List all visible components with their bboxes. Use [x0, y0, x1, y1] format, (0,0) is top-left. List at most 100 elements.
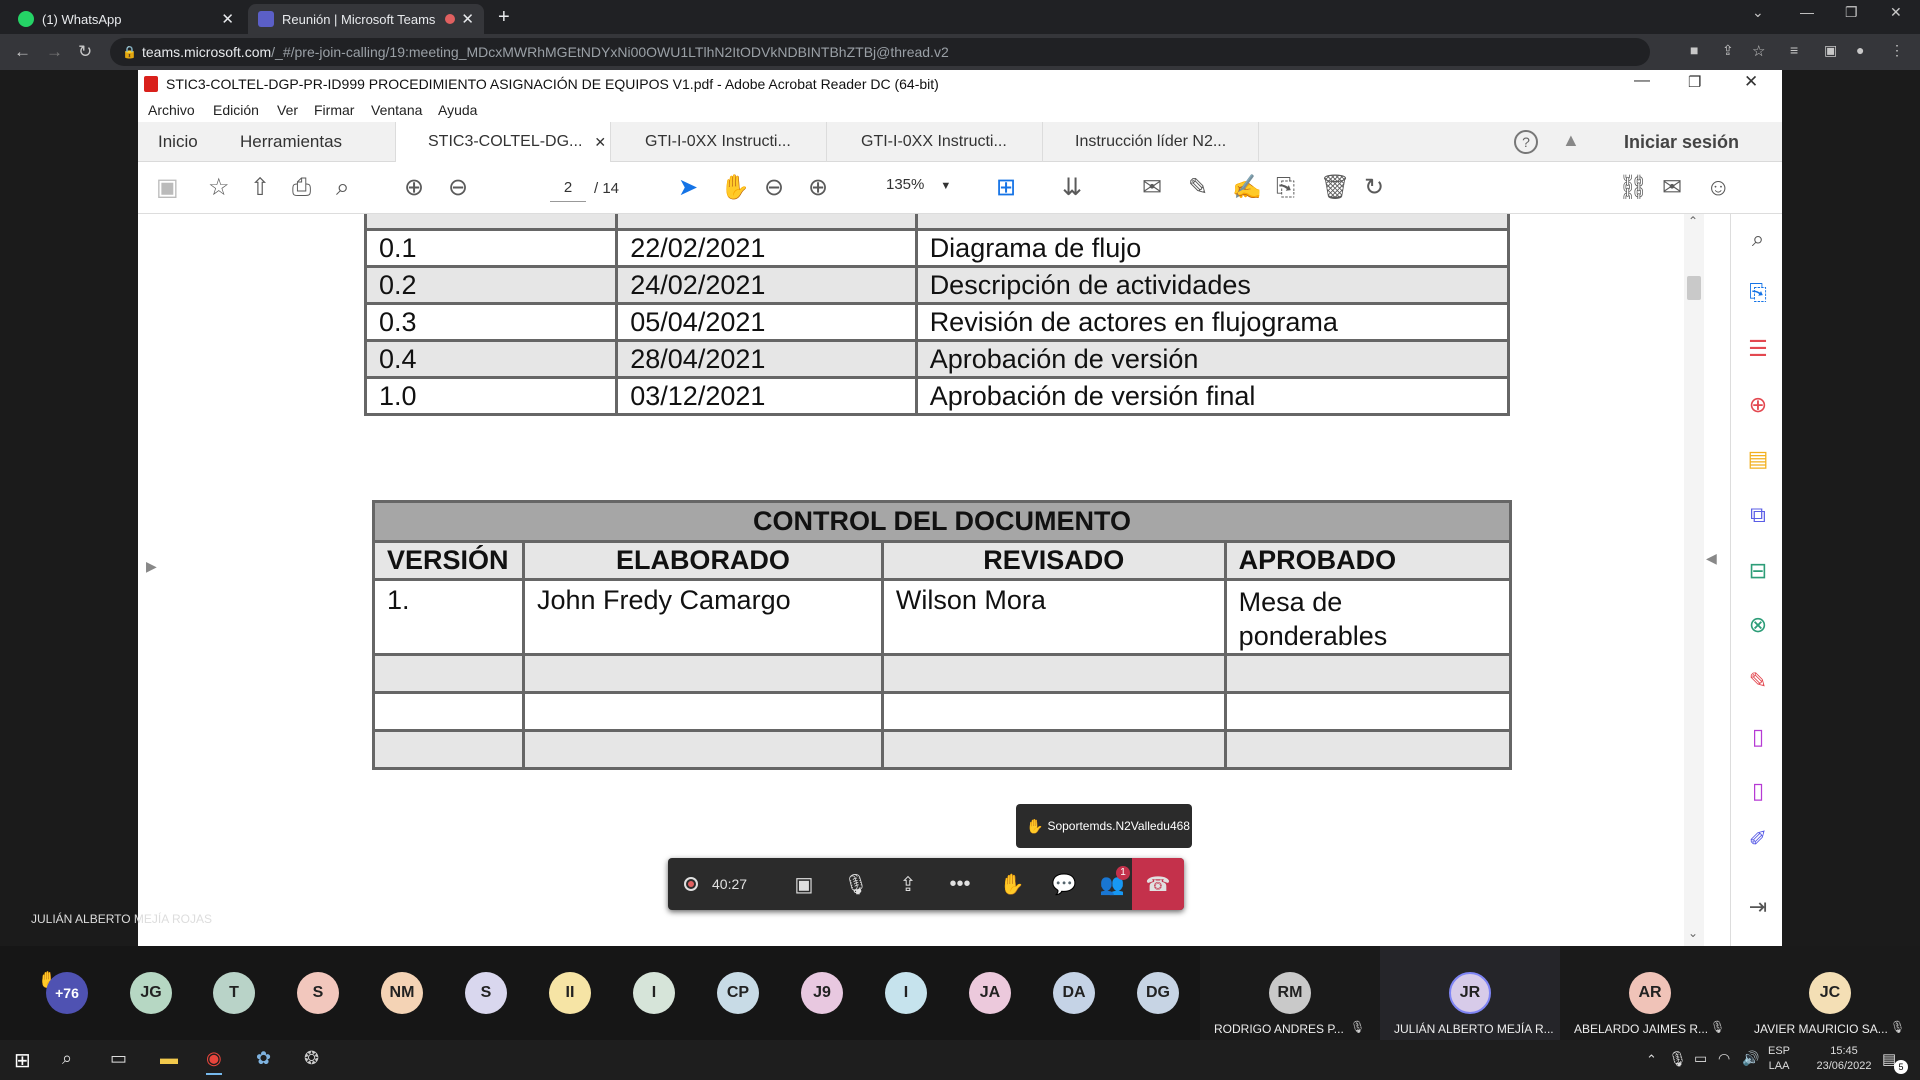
avatar[interactable]: JA [969, 972, 1011, 1014]
menu-ver[interactable]: Ver [277, 102, 298, 118]
app-icon[interactable]: ✿ [256, 1048, 271, 1069]
profile-icon[interactable]: ● [1856, 42, 1864, 58]
side-panel-icon[interactable]: ▣ [1824, 42, 1837, 59]
chat-button[interactable]: 💬 [1038, 858, 1090, 910]
page-down-icon[interactable]: ⊖ [448, 176, 468, 200]
doc-tab[interactable]: GTI-I-0XX Instructi... [827, 122, 1043, 162]
clock[interactable]: 15:45 23/06/2022 [1806, 1044, 1882, 1074]
right-panel-toggle-icon[interactable]: ◀ [1706, 550, 1717, 567]
draw-icon[interactable]: ✍ [1232, 176, 1262, 200]
avatar[interactable]: T [213, 972, 255, 1014]
scrollbar-thumb[interactable] [1687, 276, 1701, 300]
stamp-icon[interactable]: ⎘ [1276, 176, 1295, 200]
avatar[interactable]: II [549, 972, 591, 1014]
app-icon[interactable]: ❂ [304, 1048, 319, 1069]
menu-firmar[interactable]: Firmar [314, 102, 354, 118]
comment-icon[interactable]: ▤ [1745, 446, 1771, 472]
back-icon[interactable]: ← [14, 42, 31, 62]
tab-whatsapp[interactable]: (1) WhatsApp ✕ [8, 4, 244, 34]
avatar[interactable]: J9 [801, 972, 843, 1014]
scroll-down-icon[interactable]: ⌄ [1688, 926, 1698, 940]
doc-tab[interactable]: Instrucción líder N2... [1043, 122, 1259, 162]
zoom-search-icon[interactable]: ⌕ [1745, 226, 1771, 252]
raise-hand-button[interactable]: ✋ [986, 858, 1038, 910]
avatar[interactable]: DG [1137, 972, 1179, 1014]
help-icon[interactable]: ? [1514, 130, 1538, 154]
close-window-button[interactable]: ✕ [1890, 4, 1902, 21]
left-panel-toggle-icon[interactable]: ▶ [146, 558, 157, 575]
fit-page-icon[interactable]: ⊞ [996, 176, 1016, 200]
reload-icon[interactable]: ↻ [78, 42, 92, 62]
zoom-select[interactable]: 135% ▼ [886, 176, 966, 202]
volume-icon[interactable]: 🔊 [1742, 1050, 1759, 1067]
scroll-up-icon[interactable]: ⌃ [1688, 214, 1698, 228]
scroll-mode-icon[interactable]: ⇊ [1062, 176, 1082, 200]
zoom-out-icon[interactable]: ⊖ [764, 176, 784, 200]
participant-tile[interactable]: RM RODRIGO ANDRES P... 🎙 [1200, 946, 1380, 1040]
participant-tile[interactable]: JC JAVIER MAURICIO SA... 🎙 [1740, 946, 1920, 1040]
participants-button[interactable]: 👥 1 [1086, 858, 1138, 910]
close-tab-icon[interactable]: ✕ [221, 10, 234, 28]
link-icon[interactable]: ⛓ [1618, 176, 1648, 200]
tray-chevron-icon[interactable]: ⌃ [1646, 1052, 1657, 1068]
doc-tab-active[interactable]: STIC3-COLTEL-DG... ✕ [396, 122, 611, 162]
combine-files-icon[interactable]: ⧉ [1745, 502, 1771, 528]
search-icon[interactable]: ⌕ [62, 1048, 72, 1069]
restore-button[interactable]: ❐ [1688, 73, 1701, 91]
avatar[interactable]: S [297, 972, 339, 1014]
restore-button[interactable]: ❐ [1845, 4, 1858, 21]
mic-off-button[interactable]: 🎙 [830, 858, 882, 910]
wifi-icon[interactable]: ◠ [1718, 1050, 1730, 1067]
tab-teams[interactable]: Reunión | Microsoft Teams ✕ [248, 4, 484, 34]
document-view[interactable]: ▶ 0.1 22/02/2021 Diagrama de flujo 0.2 24/0… [138, 214, 1728, 946]
share-icon[interactable]: ⇪ [1722, 42, 1734, 59]
close-tab-icon[interactable]: ✕ [461, 10, 474, 28]
delete-icon[interactable]: 🗑 [1320, 176, 1350, 200]
compress-icon[interactable]: ⊟ [1745, 558, 1771, 584]
windows-start-icon[interactable]: ⊞ [14, 1048, 31, 1073]
upload-icon[interactable]: ⇧ [250, 176, 270, 200]
collapse-pane-icon[interactable]: ⇥ [1745, 894, 1771, 920]
tab-inicio[interactable]: Inicio [138, 122, 220, 162]
avatar[interactable]: I [885, 972, 927, 1014]
more-actions-button[interactable]: ••• [934, 858, 986, 910]
battery-icon[interactable]: ▭ [1694, 1050, 1707, 1067]
menu-ayuda[interactable]: Ayuda [438, 102, 477, 118]
create-pdf-icon[interactable]: ⊕ [1745, 392, 1771, 418]
close-button[interactable]: ✕ [1744, 72, 1758, 92]
menu-icon[interactable]: ⋮ [1890, 42, 1904, 59]
hand-tool-icon[interactable]: ✋ [720, 176, 750, 200]
vertical-scrollbar[interactable]: ⌃ ⌄ [1684, 214, 1704, 946]
doc-tab[interactable]: GTI-I-0XX Instructi... [611, 122, 827, 162]
print-icon[interactable]: ⎙ [292, 176, 311, 200]
export-pdf-icon[interactable]: ⎘ [1745, 280, 1771, 306]
organize-pages-icon[interactable]: ☰ [1745, 336, 1771, 362]
menu-edicion[interactable]: Edición [213, 102, 259, 118]
rotate-icon[interactable]: ↻ [1364, 176, 1384, 200]
page-up-icon[interactable]: ⊕ [404, 176, 424, 200]
url-field[interactable]: 🔒 teams.microsoft.com/_#/pre-join-callin… [110, 38, 1650, 66]
select-cursor-icon[interactable]: ➤ [678, 176, 698, 200]
page-number-input[interactable]: 2 [550, 174, 586, 202]
bell-icon[interactable]: ▲ [1562, 130, 1580, 151]
new-tab-button[interactable]: + [498, 6, 510, 29]
task-view-icon[interactable]: ▭ [110, 1048, 127, 1069]
avatar[interactable]: S [465, 972, 507, 1014]
search-icon[interactable]: ⌕ [336, 176, 349, 200]
hang-up-button[interactable]: ☎ [1132, 858, 1184, 910]
menu-ventana[interactable]: Ventana [371, 102, 422, 118]
comment-icon[interactable]: ✉ [1142, 176, 1162, 200]
chrome-icon[interactable]: ◉ [206, 1048, 222, 1075]
input-language[interactable]: ESP LAA [1768, 1044, 1790, 1074]
camera-off-button[interactable]: ▣ [778, 858, 830, 910]
zoom-in-icon[interactable]: ⊕ [808, 176, 828, 200]
share-screen-button[interactable]: ⇪ [882, 858, 934, 910]
bookmark-star-icon[interactable]: ☆ [1752, 42, 1765, 60]
avatar[interactable]: JG [130, 972, 172, 1014]
sign-in-button[interactable]: Iniciar sesión [1624, 132, 1739, 153]
highlight-icon[interactable]: ✎ [1188, 176, 1208, 200]
avatar[interactable]: NM [381, 972, 423, 1014]
more-tools-icon[interactable]: ✐ [1745, 826, 1771, 852]
mic-icon[interactable]: 🎙 [1668, 1050, 1687, 1068]
document-icon[interactable]: ▯ [1745, 778, 1771, 804]
